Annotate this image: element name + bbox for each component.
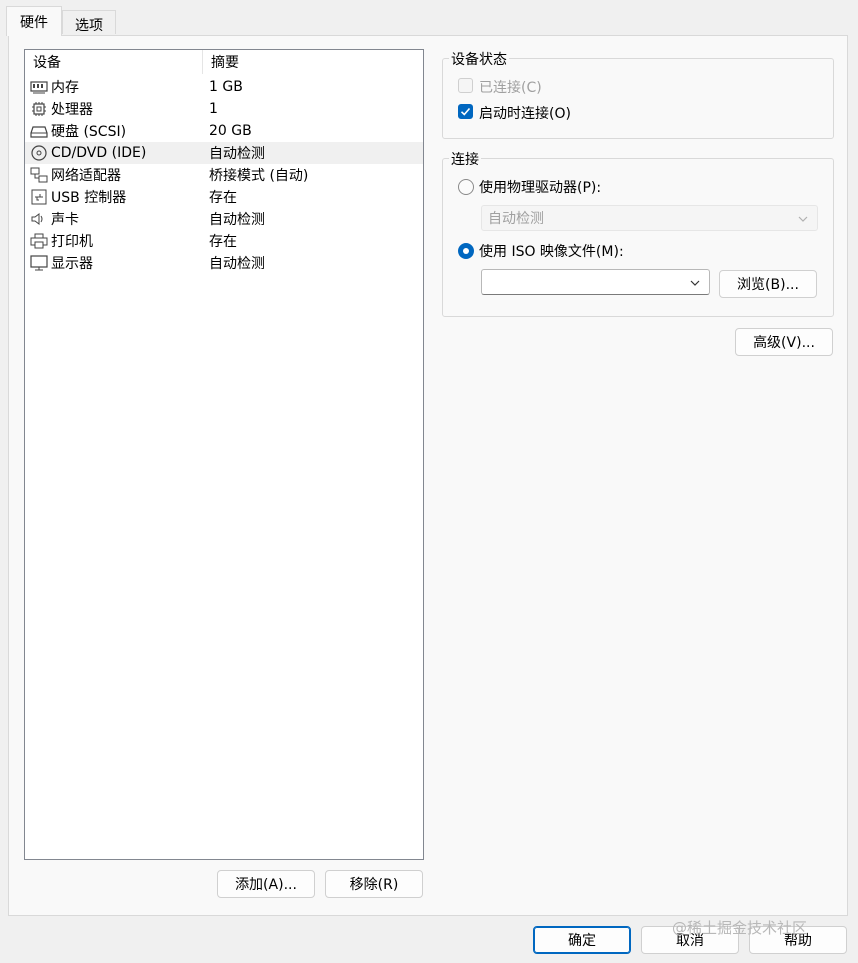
device-status-title: 设备状态 (449, 49, 509, 69)
device-row-usb-controller[interactable]: USB 控制器 存在 (25, 186, 423, 208)
device-summary: 1 (209, 101, 218, 117)
add-device-button[interactable]: 添加(A)... (217, 870, 315, 898)
physical-drive-value: 自动检测 (488, 211, 544, 227)
tab-hardware-label: 硬件 (20, 14, 48, 31)
device-summary: 自动检测 (209, 212, 265, 228)
physical-drive-label: 使用物理驱动器(P): (479, 180, 602, 196)
tab-options[interactable]: 选项 (62, 10, 116, 34)
device-summary: 1 GB (209, 79, 243, 95)
device-name: 内存 (51, 80, 79, 96)
connect-at-power-on-label: 启动时连接(O) (479, 106, 571, 122)
printer-icon (29, 232, 49, 250)
column-header-device[interactable]: 设备 (25, 50, 203, 74)
device-row-network-adapter[interactable]: 网络适配器 桥接模式 (自动) (25, 164, 423, 186)
physical-drive-select[interactable]: 自动检测 (481, 205, 818, 231)
device-name: 处理器 (51, 102, 93, 118)
connection-title: 连接 (449, 149, 481, 169)
tab-hardware[interactable]: 硬件 (6, 6, 62, 36)
advanced-button[interactable]: 高级(V)... (735, 328, 833, 356)
device-row-display[interactable]: 显示器 自动检测 (25, 252, 423, 274)
display-icon (29, 254, 49, 272)
device-name: 网络适配器 (51, 168, 121, 184)
device-row-memory[interactable]: 内存 1 GB (25, 76, 423, 98)
iso-path-input[interactable] (481, 269, 710, 295)
chevron-down-icon (690, 280, 700, 286)
device-summary: 存在 (209, 234, 237, 250)
cd-dvd-icon (29, 144, 49, 162)
tab-options-label: 选项 (75, 17, 103, 34)
physical-drive-radio[interactable] (458, 179, 474, 195)
connect-at-power-on-checkbox[interactable] (458, 104, 473, 119)
remove-device-button[interactable]: 移除(R) (325, 870, 423, 898)
iso-image-radio[interactable] (458, 243, 474, 259)
device-status-group (442, 58, 834, 139)
connected-checkbox[interactable] (458, 78, 473, 93)
device-summary: 20 GB (209, 123, 252, 139)
chevron-down-icon (798, 216, 808, 222)
device-summary: 存在 (209, 190, 237, 206)
device-row-hard-disk[interactable]: 硬盘 (SCSI) 20 GB (25, 120, 423, 142)
device-list-header: 设备 摘要 (25, 50, 423, 74)
device-name: 打印机 (51, 234, 93, 250)
speaker-icon (29, 210, 49, 228)
ok-button[interactable]: 确定 (533, 926, 631, 954)
memory-icon (29, 78, 49, 96)
device-row-sound-card[interactable]: 声卡 自动检测 (25, 208, 423, 230)
watermark: @稀土掘金技术社区 (672, 919, 808, 937)
connected-label: 已连接(C) (479, 80, 542, 96)
device-name: USB 控制器 (51, 190, 127, 206)
device-summary: 桥接模式 (自动) (209, 168, 309, 184)
processor-icon (29, 100, 49, 118)
checkmark-icon (460, 107, 471, 116)
network-adapter-icon (29, 166, 49, 184)
device-name: 显示器 (51, 256, 93, 272)
browse-button[interactable]: 浏览(B)... (719, 270, 817, 298)
device-summary: 自动检测 (209, 146, 265, 162)
device-list[interactable]: 设备 摘要 内存 1 GB 处理器 1 硬盘 (SCSI) 20 GB CD/D… (24, 49, 424, 860)
device-name: 声卡 (51, 212, 79, 228)
hard-disk-icon (29, 122, 49, 140)
column-header-summary[interactable]: 摘要 (203, 50, 239, 74)
device-row-processor[interactable]: 处理器 1 (25, 98, 423, 120)
usb-icon (29, 188, 49, 206)
iso-image-label: 使用 ISO 映像文件(M): (479, 244, 624, 260)
device-name: CD/DVD (IDE) (51, 145, 147, 161)
device-summary: 自动检测 (209, 256, 265, 272)
device-row-cd-dvd[interactable]: CD/DVD (IDE) 自动检测 (25, 142, 423, 164)
device-name: 硬盘 (SCSI) (51, 124, 127, 140)
device-row-printer[interactable]: 打印机 存在 (25, 230, 423, 252)
